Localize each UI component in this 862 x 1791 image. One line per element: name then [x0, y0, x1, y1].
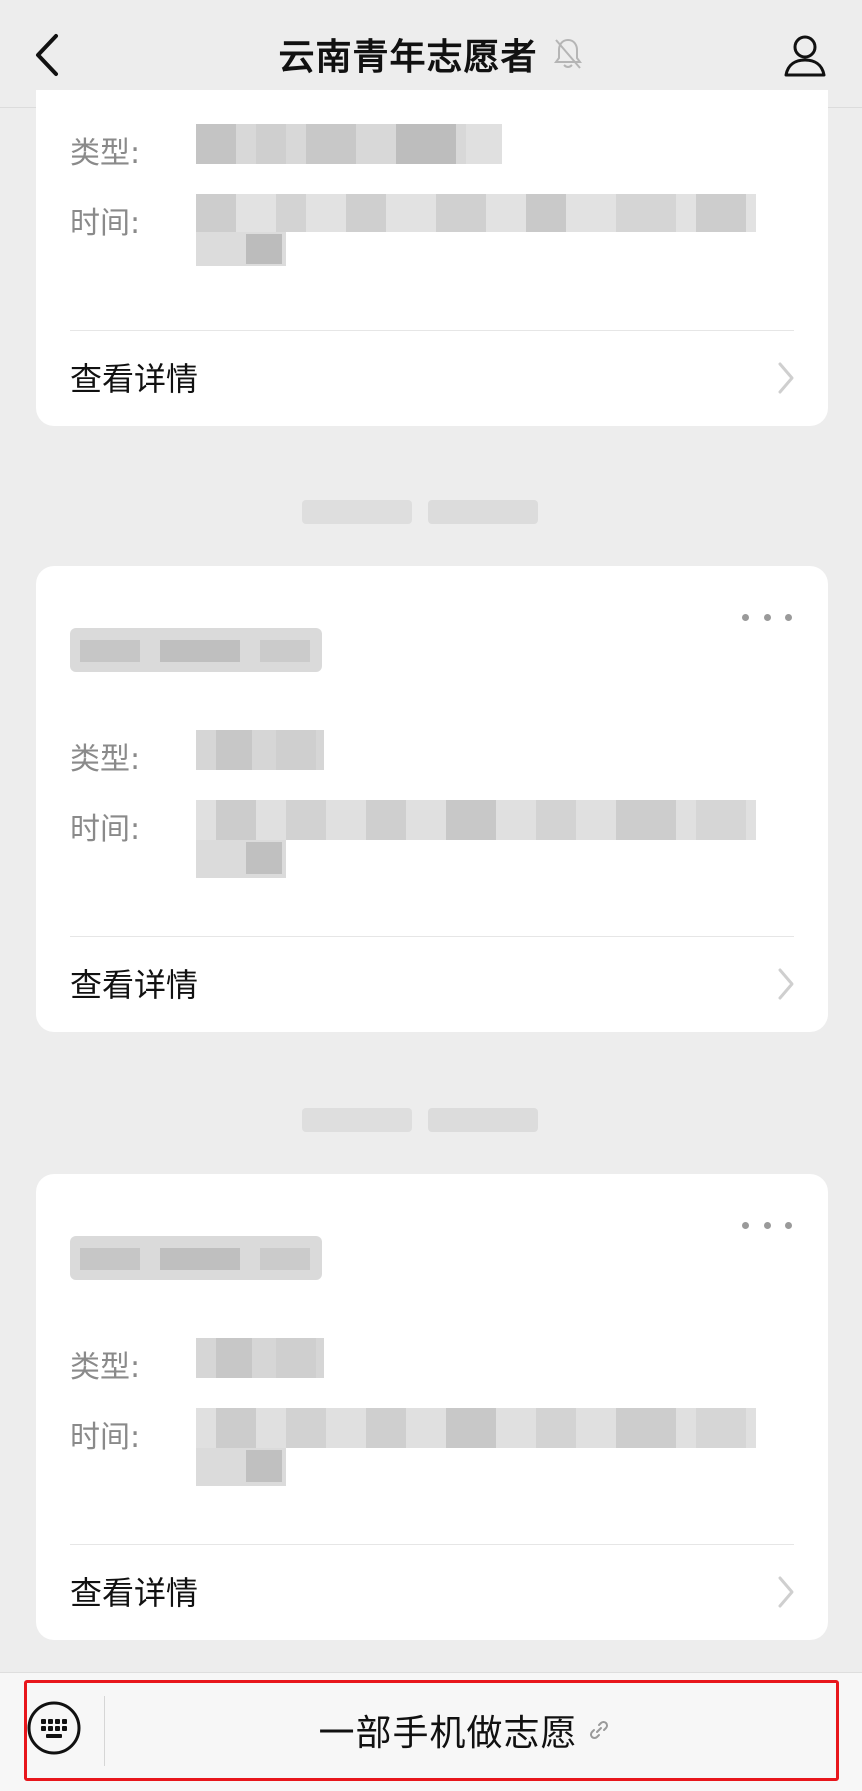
page-title: 云南青年志愿者 [278, 37, 538, 78]
time-value-redacted [196, 1408, 756, 1486]
time-label: 时间: [70, 206, 141, 241]
dot [742, 613, 749, 621]
more-options-button[interactable] [742, 602, 792, 632]
divider [104, 1696, 105, 1766]
type-label: 类型: [70, 1350, 141, 1385]
activity-card: 类型: 时间: 查看详情 [36, 90, 828, 426]
keyboard-icon[interactable] [26, 1700, 82, 1756]
time-label: 时间: [70, 1420, 141, 1455]
time-value-redacted [196, 194, 756, 266]
activity-card: 类型: 时间: 查看详情 [36, 566, 828, 1032]
bell-muted-icon [553, 38, 582, 69]
view-details-link[interactable]: 查看详情 [36, 936, 828, 1032]
type-value-redacted [196, 730, 324, 770]
date-separator-redacted [0, 1100, 862, 1140]
time-value-redacted [196, 800, 756, 878]
link-icon [589, 1720, 608, 1740]
type-value-redacted [196, 124, 502, 164]
chevron-right-icon [778, 362, 794, 394]
activity-title-redacted [70, 628, 322, 672]
view-details-label: 查看详情 [70, 360, 199, 398]
dot [785, 1221, 792, 1229]
chevron-right-icon [778, 968, 794, 1000]
view-details-link[interactable]: 查看详情 [36, 330, 828, 426]
menu-item-label: 一部手机做志愿 [318, 1713, 578, 1754]
date-separator-redacted [0, 492, 862, 532]
dot [763, 1221, 771, 1229]
dot [742, 1221, 749, 1229]
profile-icon[interactable] [782, 32, 828, 78]
activity-title-redacted [70, 1236, 322, 1280]
more-options-button[interactable] [742, 1210, 792, 1240]
activity-card: 类型: 时间: 查看详情 [36, 1174, 828, 1640]
type-label: 类型: [70, 742, 141, 777]
time-label: 时间: [70, 812, 141, 847]
type-label: 类型: [70, 136, 141, 171]
dot [785, 613, 792, 621]
dot [763, 613, 771, 621]
view-details-label: 查看详情 [70, 1574, 199, 1612]
view-details-label: 查看详情 [70, 966, 199, 1004]
menu-item-mobile-volunteer[interactable]: 一部手机做志愿 [106, 1682, 822, 1778]
chevron-right-icon [778, 1576, 794, 1608]
type-value-redacted [196, 1338, 324, 1378]
view-details-link[interactable]: 查看详情 [36, 1544, 828, 1640]
